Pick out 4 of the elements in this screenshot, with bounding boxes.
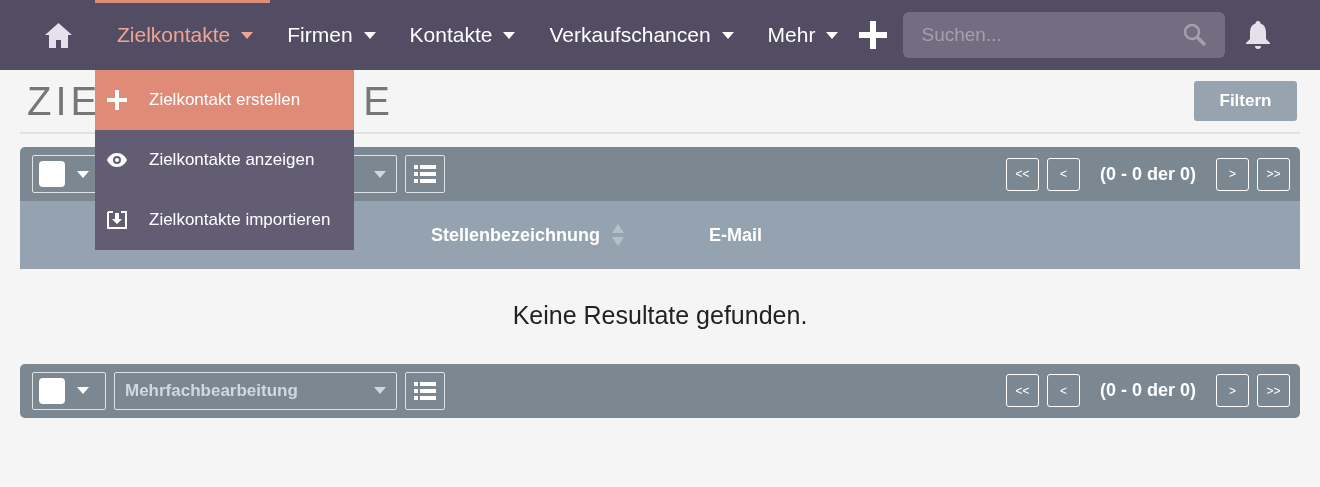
page-count: (0 - 0 der 0) bbox=[1099, 379, 1196, 402]
page-title: E bbox=[363, 81, 394, 121]
page-count: (0 - 0 der 0) bbox=[1099, 162, 1196, 186]
empty-message: Keine Resultate gefunden. bbox=[511, 300, 809, 331]
